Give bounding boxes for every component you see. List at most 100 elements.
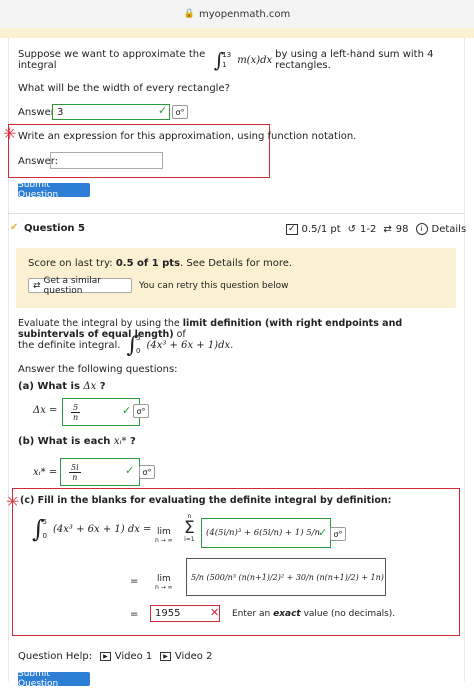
q4-prompt: Suppose we want to approximate the integ… (18, 48, 458, 72)
q5-status-bar: ✓ 0.5/1 pt ↺ 1-2 ⇄ 98 i Details (286, 223, 466, 235)
q4-submit-button[interactable]: Submit Question (18, 180, 90, 200)
hint-em: exact (273, 609, 301, 619)
part-b-fraction: 5i n (69, 463, 81, 482)
part-b-var: xᵢ* (113, 436, 127, 447)
part-c-integral: ∫ 5 0 (4x³ + 6x + 1) dx = (32, 515, 151, 543)
swap-icon: ⇄ (33, 280, 41, 291)
part-a-var: Δx (83, 381, 97, 392)
incorrect-x-icon: ✕ (210, 606, 220, 619)
eval-pre: Evaluate the integral by using the (18, 318, 183, 329)
c-final-value: 1955 (155, 608, 181, 619)
answer-following: Answer the following questions: (18, 364, 178, 375)
video-icon: ▶ (160, 652, 171, 661)
eval-upper-limit: 5 (135, 334, 141, 342)
q4-integral: ∫ 13 1 m(x)dx (214, 48, 272, 72)
part-c-row1-input[interactable]: (4(5i/n)³ + 6(5i/n) + 1) 5/n (201, 518, 331, 548)
score-text-post: . See Details for more. (180, 258, 293, 269)
q5-tries: 1-2 (360, 223, 377, 235)
part-c-row2-input[interactable]: 5/n (500/n³ (n(n+1)/2)² + 30/n (n(n+1)/2… (186, 558, 386, 596)
part-a-q: ? (99, 381, 106, 392)
q4-prompt-post: by using a left-hand sum with 4 rectangl… (275, 49, 434, 71)
q4-width-question: What will be the width of every rectangl… (18, 83, 230, 94)
help-label: Question Help: (18, 651, 93, 662)
q5-eval-line2: the definite integral. ∫ 5 0 (4x³ + 6x +… (18, 332, 233, 358)
q5-submit-button[interactable]: Submit Question (18, 669, 90, 689)
correct-check-icon: ✓ (318, 526, 328, 539)
q4-lower-limit: 1 (222, 61, 227, 69)
c-final-hint: Enter an exact value (no decimals). (232, 609, 395, 619)
part-b-text: (b) What is each (18, 436, 111, 447)
score-text: Score on last try: 0.5 of 1 pts. See Det… (28, 258, 292, 269)
c-lim-sub: n → ∞ (155, 537, 173, 544)
q4-expression-input[interactable] (50, 152, 163, 169)
hint-post: value (no decimals). (300, 609, 396, 619)
score-text-bold: 0.5 of 1 pts (115, 258, 181, 269)
video2-link[interactable]: Video 2 (175, 651, 213, 662)
eval-integrand: (4x³ + 6x + 1)dx. (146, 339, 234, 351)
hint-pre: Enter an (232, 609, 274, 619)
c-sum: n Σ i=1 (184, 513, 195, 543)
q4-prompt-pre: Suppose we want to approximate the integ… (18, 49, 206, 71)
math-keyboard-icon[interactable]: σ° (133, 404, 149, 418)
video-icon: ▶ (100, 652, 111, 661)
q5-details-link[interactable]: Details (432, 224, 467, 235)
part-a-fraction: 5 n (71, 402, 81, 422)
c-integrand: (4x³ + 6x + 1) dx = (52, 523, 152, 535)
q5-title: Question 5 (24, 223, 85, 234)
math-keyboard-icon[interactable]: σ° (330, 527, 346, 541)
c-eq2: = (130, 576, 139, 587)
flag-star-icon: ✳ (3, 124, 17, 143)
similar-question-button[interactable]: ⇄ Get a similar question (28, 275, 132, 296)
score-icon: ✓ (286, 223, 298, 235)
part-b-num: 5i (69, 462, 81, 473)
address-bar[interactable]: 🔒 myopenmath.com (0, 0, 474, 28)
regen-icon: ⇄ (383, 223, 392, 235)
part-a-num: 5 (71, 402, 81, 413)
math-keyboard-icon[interactable]: σ° (139, 465, 155, 479)
correct-check-icon: ✓ (158, 104, 168, 117)
c-sum-bot: i=1 (184, 536, 195, 543)
score-text-pre: Score on last try: (28, 258, 116, 269)
q5-score: 0.5/1 pt (301, 223, 341, 235)
video1-link[interactable]: Video 1 (115, 651, 153, 662)
part-a-lhs: Δx = (33, 405, 58, 416)
q4-expression-question: Write an expression for this approximati… (18, 131, 357, 142)
math-keyboard-icon[interactable]: σ° (172, 105, 188, 119)
part-b-label: (b) What is each xᵢ* ? (18, 436, 136, 447)
sigma-icon: Σ (184, 518, 195, 538)
q4-answer-input[interactable]: 3 (52, 104, 170, 120)
top-panel-strip (0, 28, 474, 38)
part-a-label: (a) What is Δx ? (18, 381, 106, 392)
eval-line2: the definite integral. (18, 339, 121, 351)
part-b-den: n (72, 472, 78, 482)
correct-check-icon: ✓ (125, 464, 135, 477)
right-rule (464, 38, 465, 681)
tries-icon: ↺ (347, 223, 357, 235)
part-b-q: ? (130, 436, 136, 447)
q4-upper-limit: 13 (222, 51, 232, 59)
c-row1-value: (4(5i/n)³ + 6(5i/n) + 1) 5/n (206, 528, 320, 538)
c-upper-limit: 5 (42, 518, 47, 526)
part-c-label: (c) Fill in the blanks for evaluating th… (20, 495, 392, 506)
q4-integrand: m(x)dx (237, 54, 273, 66)
c-limit-2: lim n → ∞ (155, 574, 173, 591)
part-b-lhs: xᵢ* = (33, 467, 58, 478)
lock-icon: 🔒 (183, 9, 195, 19)
c-eq3: = (130, 609, 139, 620)
similar-question-label: Get a similar question (43, 275, 101, 296)
retry-text: You can retry this question below (139, 281, 289, 291)
info-icon[interactable]: i (415, 223, 428, 235)
url-text: myopenmath.com (198, 8, 291, 20)
eval-lower-limit: 0 (135, 347, 141, 355)
part-a-text: (a) What is (18, 381, 80, 392)
correct-check-icon: ✓ (122, 404, 132, 417)
part-a-den: n (72, 412, 79, 422)
c-limit-1: lim n → ∞ (155, 527, 173, 544)
c-row2-value: 5/n (500/n³ (n(n+1)/2)² + 30/n (n(n+1)/2… (191, 572, 384, 582)
q4-answer-value: 3 (57, 106, 64, 118)
partial-credit-icon: ✔ (10, 222, 19, 233)
c-lim-text: lim (156, 527, 171, 537)
c-lim-sub-2: n → ∞ (155, 584, 173, 591)
flag-star-icon: ✳ (6, 492, 20, 511)
q5-regens: 98 (395, 223, 409, 235)
